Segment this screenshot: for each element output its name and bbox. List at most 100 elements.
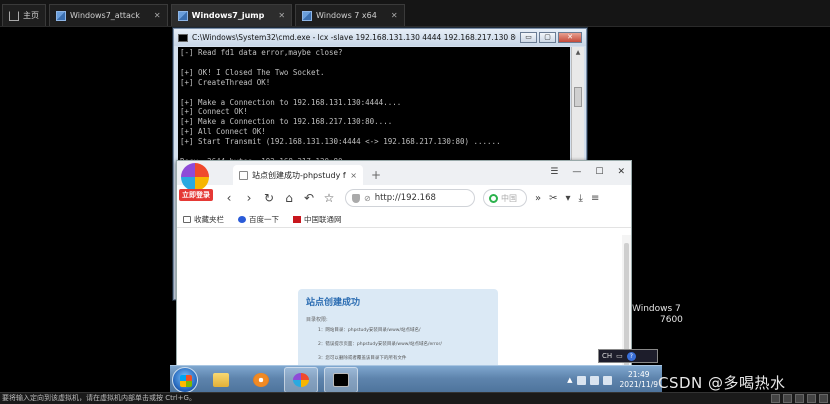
network-adapter-icon[interactable] bbox=[795, 394, 804, 403]
home-button[interactable]: ⌂ bbox=[283, 191, 295, 205]
taskbar-app-media[interactable] bbox=[244, 367, 278, 393]
network-icon[interactable] bbox=[589, 375, 599, 385]
login-button[interactable]: 立即登录 bbox=[179, 189, 213, 201]
cmd-output: [-] Read fd1 data error,maybe close? [+]… bbox=[178, 47, 570, 168]
bookmark-label: 收藏夹栏 bbox=[194, 214, 224, 224]
tab-label: Windows 7 x64 bbox=[316, 11, 377, 20]
tab-label: Windows7_jump bbox=[191, 11, 265, 20]
more-tools-icon[interactable]: » bbox=[535, 193, 541, 204]
taskbar-app-cmd[interactable] bbox=[324, 366, 358, 393]
url-text: http://192.168 bbox=[374, 193, 436, 203]
screenshot-icon[interactable]: ✂ bbox=[549, 193, 557, 204]
help-icon[interactable]: ? bbox=[626, 351, 636, 361]
card-item: 3：您可以删除或者覆盖该目录下的所有文件 bbox=[318, 356, 407, 361]
tab-home[interactable]: 主页 bbox=[2, 4, 46, 26]
browser-menu-icon[interactable]: ☰ bbox=[550, 167, 558, 177]
close-icon[interactable]: ✕ bbox=[278, 11, 285, 20]
tab-label: Windows7_attack bbox=[70, 11, 140, 20]
scroll-thumb[interactable] bbox=[574, 87, 582, 107]
system-tray: ▲ 21:49 2021/11/9 bbox=[567, 368, 658, 392]
watermark: CSDN @多喝热水 bbox=[658, 374, 786, 392]
tab-windows7-x64[interactable]: Windows 7 x64 ✕ bbox=[295, 4, 405, 26]
browser-maximize-button[interactable]: ☐ bbox=[595, 167, 603, 177]
search-box[interactable]: 中国 bbox=[483, 189, 527, 207]
browser-window[interactable]: 立即登录 站点创建成功-phpstudy for × + ☰ — ☐ ✕ ‹ ›… bbox=[176, 160, 632, 392]
hamburger-menu-icon[interactable]: ≡ bbox=[591, 193, 599, 204]
forward-button[interactable]: › bbox=[243, 191, 255, 205]
vm-icon bbox=[56, 10, 66, 21]
bookmark-label: 百度一下 bbox=[249, 214, 279, 224]
download-icon[interactable]: ⤓ bbox=[579, 193, 583, 204]
clock-date: 2021/11/9 bbox=[619, 380, 658, 389]
cmd-line: [+] OK! I Closed The Two Socket. bbox=[180, 67, 325, 77]
action-center-icon[interactable] bbox=[576, 375, 586, 385]
home-icon bbox=[9, 10, 19, 21]
card-subtitle: 目录权限: bbox=[306, 317, 328, 323]
browser-tab[interactable]: 站点创建成功-phpstudy for × bbox=[233, 165, 363, 185]
bookmark-baidu[interactable]: 百度一下 bbox=[238, 214, 279, 225]
cmd-line: [-] Read fd1 data error,maybe close? bbox=[180, 48, 343, 57]
cmd-line: [+] Make a Connection to 192.168.131.130… bbox=[180, 97, 402, 107]
tab-windows7-attack[interactable]: Windows7_attack ✕ bbox=[49, 4, 168, 26]
clock[interactable]: 21:49 2021/11/9 bbox=[620, 370, 658, 390]
language-indicator[interactable]: CH bbox=[602, 352, 612, 360]
keyboard-icon[interactable]: ▭ bbox=[616, 352, 623, 360]
language-bar[interactable]: CH ▭ ? bbox=[598, 349, 658, 363]
chevron-down-icon[interactable]: ▾ bbox=[566, 193, 571, 204]
sound-icon[interactable] bbox=[819, 394, 828, 403]
reload-button[interactable]: ↻ bbox=[263, 191, 275, 205]
media-player-icon bbox=[253, 372, 269, 387]
status-text: 要将输入定向到该虚拟机，请在虚拟机内部单击或按 Ctrl+G。 bbox=[2, 394, 196, 402]
search-icon bbox=[489, 193, 498, 203]
taskbar-app-explorer[interactable] bbox=[204, 367, 238, 393]
favorite-button[interactable]: ☆ bbox=[323, 191, 335, 205]
file-explorer-icon bbox=[213, 372, 229, 387]
undo-button[interactable]: ↶ bbox=[303, 191, 315, 205]
card-item: 1：网站目录：phpstudy安装目录/www/站点域名/ bbox=[318, 328, 421, 333]
bookmark-chinaunicom[interactable]: 中国联通网 bbox=[293, 214, 342, 225]
volume-icon[interactable] bbox=[602, 375, 612, 385]
cmd-title-bar[interactable]: C:\Windows\System32\cmd.exe - lcx -slave… bbox=[174, 29, 586, 46]
browser-minimize-button[interactable]: — bbox=[572, 167, 581, 177]
back-button[interactable]: ‹ bbox=[223, 191, 235, 205]
insecure-icon: ⊘ bbox=[364, 193, 371, 203]
vmware-workstation: 主页 Windows7_attack ✕ Windows7_jump ✕ Win… bbox=[0, 0, 830, 404]
new-tab-button[interactable]: + bbox=[371, 168, 381, 182]
close-icon[interactable]: ✕ bbox=[391, 11, 398, 20]
tab-windows7-jump[interactable]: Windows7_jump ✕ bbox=[170, 4, 293, 26]
cmd-line: [+] All Connect OK! bbox=[180, 127, 266, 137]
browser-logo-icon[interactable] bbox=[181, 163, 209, 191]
cmd-line: [+] CreateThread OK! bbox=[180, 77, 271, 87]
scroll-up-icon[interactable]: ▲ bbox=[572, 47, 584, 59]
vm-tab-bar: 主页 Windows7_attack ✕ Windows7_jump ✕ Win… bbox=[0, 0, 830, 27]
cmd-line bbox=[180, 147, 568, 157]
browser-tab-title: 站点创建成功-phpstudy for bbox=[252, 170, 347, 180]
taskbar-app-browser[interactable] bbox=[284, 366, 318, 393]
cmd-line bbox=[180, 88, 568, 98]
bookmark-favorites[interactable]: 收藏夹栏 bbox=[183, 214, 224, 225]
cmd-title: C:\Windows\System32\cmd.exe - lcx -slave… bbox=[192, 33, 516, 42]
china-unicom-icon bbox=[293, 215, 301, 223]
disk-icon[interactable] bbox=[771, 394, 780, 403]
cmd-line: [+] Connect OK! bbox=[180, 107, 248, 117]
search-placeholder: 中国 bbox=[501, 193, 517, 203]
browser-close-button[interactable]: ✕ bbox=[617, 167, 625, 177]
start-button[interactable] bbox=[172, 366, 198, 393]
windows-version: Windows 7 bbox=[632, 304, 681, 314]
usb-icon[interactable] bbox=[807, 394, 816, 403]
cdrom-icon[interactable] bbox=[783, 394, 792, 403]
tab-label: 主页 bbox=[23, 11, 39, 20]
card-item: 2：错误提示页面：phpstudy安装目录/www/站点域名/error/ bbox=[318, 342, 442, 347]
vmware-status-bar: 要将输入定向到该虚拟机，请在虚拟机内部单击或按 Ctrl+G。 bbox=[0, 392, 830, 404]
close-button[interactable]: ✕ bbox=[558, 32, 582, 43]
close-icon[interactable]: ✕ bbox=[154, 11, 161, 20]
maximize-button[interactable]: ▢ bbox=[539, 32, 556, 43]
tray-up-arrow-icon[interactable]: ▲ bbox=[567, 376, 572, 384]
vm-icon bbox=[302, 10, 313, 21]
minimize-button[interactable]: ▭ bbox=[520, 32, 537, 43]
clock-time: 21:49 bbox=[627, 370, 650, 379]
cmd-icon bbox=[178, 33, 188, 42]
address-bar[interactable]: ⊘ http://192.168 bbox=[345, 189, 475, 207]
tab-close-button[interactable]: × bbox=[350, 171, 357, 180]
bookmark-label: 中国联通网 bbox=[304, 214, 342, 224]
